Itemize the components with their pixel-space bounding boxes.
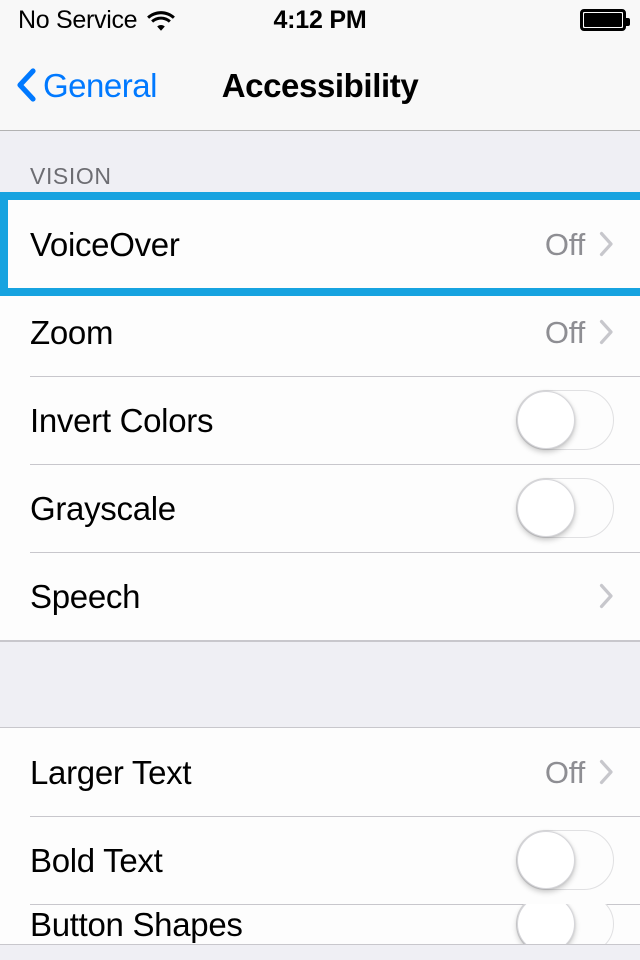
row-accessory-voiceover: Off <box>545 229 614 260</box>
wifi-icon-svg <box>147 10 176 31</box>
status-bar-right <box>580 9 630 31</box>
status-bar: No Service 4:12 PM <box>0 0 640 40</box>
toggle-knob <box>517 831 575 889</box>
chevron-right-icon <box>599 759 614 785</box>
row-label-invert-colors: Invert Colors <box>30 401 214 439</box>
row-label-voiceover: VoiceOver <box>30 225 180 263</box>
row-wrap-voiceover: VoiceOver Off <box>0 192 640 296</box>
section-gap <box>0 641 640 728</box>
settings-row-larger-text[interactable]: Larger Text Off <box>0 728 640 816</box>
status-bar-left: No Service <box>18 5 176 34</box>
row-value-larger-text: Off <box>544 754 585 790</box>
settings-row-bold-text[interactable]: Bold Text <box>0 816 640 904</box>
toggle-grayscale[interactable] <box>516 478 614 538</box>
battery-fill <box>584 13 622 27</box>
row-label-bold-text: Bold Text <box>30 841 163 879</box>
back-button[interactable]: General <box>0 68 157 102</box>
chevron-right-icon <box>599 231 614 257</box>
navigation-bar: General Accessibility <box>0 40 640 131</box>
row-accessory-grayscale <box>516 478 614 538</box>
toggle-knob <box>517 391 575 449</box>
settings-row-grayscale[interactable]: Grayscale <box>0 464 640 552</box>
settings-table: VISION VoiceOver Off Zoom Off Invert Col… <box>0 131 640 945</box>
settings-row-speech[interactable]: Speech <box>0 552 640 640</box>
chevron-right-icon-svg <box>599 231 613 257</box>
row-accessory-larger-text: Off <box>545 757 614 788</box>
chevron-right-icon <box>599 319 614 345</box>
row-label-button-shapes: Button Shapes <box>30 905 243 943</box>
settings-row-voiceover[interactable]: VoiceOver Off <box>0 200 640 288</box>
row-label-larger-text: Larger Text <box>30 753 192 791</box>
settings-row-button-shapes[interactable]: Button Shapes <box>0 904 640 944</box>
row-accessory-invert-colors <box>516 390 614 450</box>
back-button-label: General <box>43 66 157 104</box>
row-label-zoom: Zoom <box>30 313 114 351</box>
settings-row-invert-colors[interactable]: Invert Colors <box>0 376 640 464</box>
row-accessory-zoom: Off <box>545 317 614 348</box>
row-label-grayscale: Grayscale <box>30 489 176 527</box>
toggle-button-shapes[interactable] <box>516 904 614 944</box>
chevron-left-icon-svg <box>17 68 36 102</box>
toggle-knob <box>517 904 575 944</box>
row-value-zoom: Off <box>544 314 585 350</box>
row-value-voiceover: Off <box>544 226 585 262</box>
chevron-right-icon-svg <box>599 319 613 345</box>
chevron-left-icon <box>16 68 36 102</box>
row-accessory-bold-text <box>516 830 614 890</box>
row-accessory-speech <box>599 583 614 609</box>
section-text: Larger Text Off Bold Text Button Shapes <box>0 728 640 945</box>
toggle-knob <box>517 479 575 537</box>
row-label-speech: Speech <box>30 577 141 615</box>
section-header-vision: VISION <box>30 163 112 189</box>
iphone-settings-screen: No Service 4:12 PM General Accessibility… <box>0 0 640 960</box>
chevron-right-icon <box>599 583 614 609</box>
chevron-right-icon-svg <box>599 583 613 609</box>
section-vision: VoiceOver Off Zoom Off Invert Colors Gra… <box>0 192 640 641</box>
settings-row-zoom[interactable]: Zoom Off <box>0 288 640 376</box>
toggle-invert-colors[interactable] <box>516 390 614 450</box>
row-accessory-button-shapes <box>516 904 614 944</box>
battery-full-icon <box>580 9 630 31</box>
toggle-bold-text[interactable] <box>516 830 614 890</box>
chevron-right-icon-svg <box>599 759 613 785</box>
wifi-icon <box>147 10 176 31</box>
carrier-label: No Service <box>18 5 138 34</box>
